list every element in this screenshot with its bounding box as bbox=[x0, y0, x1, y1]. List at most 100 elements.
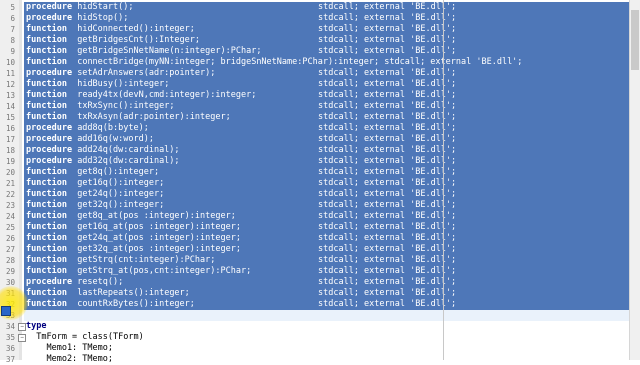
code-text-area[interactable]: function connectBridge(myNN:integer; bri… bbox=[24, 57, 630, 68]
code-text-area[interactable]: procedure hidStart(); stdcall; external '… bbox=[24, 2, 630, 13]
stdcall-directive: stdcall; external 'BE.dll'; bbox=[318, 24, 457, 34]
line-number: 34 bbox=[5, 322, 15, 331]
signature: countRxBytes():integer; bbox=[77, 299, 195, 309]
code-text-area[interactable]: procedure add32q(dw:cardinal); stdcall; e… bbox=[24, 156, 630, 167]
code-line[interactable]: 26 function get24q_at(pos :integer):integ… bbox=[0, 233, 640, 244]
stdcall-directive: stdcall; external 'BE.dll'; bbox=[318, 178, 457, 188]
signature: Memo1: TMemo; bbox=[26, 343, 113, 353]
line-number: 10 bbox=[5, 58, 15, 67]
code-line[interactable]: 18 procedure add24q(dw:cardinal); stdcall;… bbox=[0, 145, 640, 156]
code-text-area[interactable]: function hidBusy():integer; stdcall; exte… bbox=[24, 79, 630, 90]
stdcall-directive: stdcall; external 'BE.dll'; bbox=[318, 299, 457, 309]
code-text-area[interactable] bbox=[24, 310, 630, 321]
keyword: function bbox=[26, 255, 67, 265]
code-line[interactable]: 24 function get8q_at(pos :integer):intege… bbox=[0, 211, 640, 222]
code-line[interactable]: 8 function getBridgesCnt():Integer; stdcal… bbox=[0, 35, 640, 46]
code-text-area[interactable]: function getBridgesCnt():Integer; stdcall… bbox=[24, 35, 630, 46]
line-number: 36 bbox=[5, 344, 15, 353]
code-text-area[interactable]: function get32q():integer; stdcall; exter… bbox=[24, 200, 630, 211]
code-line[interactable]: 14 function txRxSync():integer; stdcall; e… bbox=[0, 101, 640, 112]
code-text-area[interactable]: procedure add8q(b:byte); stdcall; externa… bbox=[24, 123, 630, 134]
scrollbar-thumb[interactable] bbox=[631, 10, 639, 70]
code-line[interactable]: 25 function get16q_at(pos :integer):integ… bbox=[0, 222, 640, 233]
signature: get32q_at(pos :integer):integer; bbox=[77, 244, 241, 254]
code-text: function countRxBytes():integer; bbox=[26, 299, 195, 310]
code-text-area[interactable]: function lastRepeats():integer; stdcall; … bbox=[24, 288, 630, 299]
code-line[interactable]: 35− TmForm = class(TForm) bbox=[0, 332, 640, 343]
code-text: procedure hidStart(); bbox=[26, 2, 133, 13]
stdcall-directive: stdcall; external 'BE.dll'; bbox=[318, 46, 457, 56]
code-line[interactable]: 29 function getStrq_at(pos,cnt:integer):P… bbox=[0, 266, 640, 277]
code-text-area[interactable]: Memo1: TMemo; bbox=[24, 343, 630, 354]
code-line[interactable]: 15 function txRxAsyn(adr:pointer):integer… bbox=[0, 112, 640, 123]
code-line[interactable]: 33 bbox=[0, 310, 640, 321]
code-text-area[interactable]: function getStrq_at(pos,cnt:integer):PCh… bbox=[24, 266, 630, 277]
code-line[interactable]: 19 procedure add32q(dw:cardinal); stdcall;… bbox=[0, 156, 640, 167]
signature: txRxAsyn(adr:pointer):integer; bbox=[77, 112, 231, 122]
code-line[interactable]: 9 function getBridgeSnNetName(n:integer):… bbox=[0, 46, 640, 57]
code-editor[interactable]: 5 procedure hidStart(); stdcall; external … bbox=[0, 0, 640, 364]
code-text-area[interactable]: function countRxBytes():integer; stdcall;… bbox=[24, 299, 630, 310]
code-text-area[interactable]: function get32q_at(pos :integer):integer… bbox=[24, 244, 630, 255]
code-text-area[interactable]: procedure hidStop(); stdcall; external 'B… bbox=[24, 13, 630, 24]
keyword: function bbox=[26, 200, 67, 210]
vertical-scrollbar[interactable] bbox=[629, 0, 640, 360]
line-number: 19 bbox=[5, 157, 15, 166]
code-line[interactable]: 17 procedure add16q(w:word); stdcall; exte… bbox=[0, 134, 640, 145]
signature: getStrq(cnt:integer):PChar; bbox=[77, 255, 216, 265]
code-line[interactable]: 20 function get8q():integer; stdcall; exte… bbox=[0, 167, 640, 178]
code-text: type bbox=[26, 321, 46, 332]
code-text-area[interactable]: procedure add16q(w:word); stdcall; extern… bbox=[24, 134, 630, 145]
code-line[interactable]: 13 function ready4tx(devN,cmd:integer):in… bbox=[0, 90, 640, 101]
code-line[interactable]: 12 function hidBusy():integer; stdcall; ex… bbox=[0, 79, 640, 90]
keyword: procedure bbox=[26, 145, 73, 155]
code-text-area[interactable]: function getBridgeSnNetName(n:integer):P… bbox=[24, 46, 630, 57]
code-text-area[interactable]: function get16q_at(pos :integer):integer… bbox=[24, 222, 630, 233]
code-line[interactable]: 23 function get32q():integer; stdcall; ext… bbox=[0, 200, 640, 211]
code-line[interactable]: 22 function get24q():integer; stdcall; ext… bbox=[0, 189, 640, 200]
code-line[interactable]: 21 function get16q():integer; stdcall; ext… bbox=[0, 178, 640, 189]
code-text-area[interactable]: function get24q():integer; stdcall; exter… bbox=[24, 189, 630, 200]
code-text: function get32q_at(pos :integer):integer… bbox=[26, 244, 241, 255]
bookmark-icon[interactable] bbox=[1, 306, 11, 316]
stdcall-directive: stdcall; external 'BE.dll'; bbox=[318, 189, 457, 199]
signature: get24q():integer; bbox=[77, 189, 165, 199]
code-line[interactable]: 16 procedure add8q(b:byte); stdcall; exter… bbox=[0, 123, 640, 134]
keyword: function bbox=[26, 244, 67, 254]
code-line[interactable]: 32function countRxBytes():integer;stdcal… bbox=[0, 299, 640, 310]
code-line[interactable]: 6 procedure hidStop(); stdcall; external '… bbox=[0, 13, 640, 24]
code-text-area[interactable]: function get8q_at(pos :integer):integer;… bbox=[24, 211, 630, 222]
code-line[interactable]: 36 Memo1: TMemo; bbox=[0, 343, 640, 354]
code-text-area[interactable]: function ready4tx(devN,cmd:integer):inte… bbox=[24, 90, 630, 101]
code-text-area[interactable]: procedure setAdrAnswers(adr:pointer); std… bbox=[24, 68, 630, 79]
line-number: 22 bbox=[5, 190, 15, 199]
code-text-area[interactable]: procedure resetq(); stdcall; external 'BE… bbox=[24, 277, 630, 288]
signature: hidConnected():integer; bbox=[77, 24, 195, 34]
code-line[interactable]: 7 function hidConnected():integer; stdcall… bbox=[0, 24, 640, 35]
code-text-area[interactable]: TmForm = class(TForm) bbox=[24, 332, 630, 343]
signature: add16q(w:word); bbox=[77, 134, 154, 144]
line-number: 11 bbox=[5, 69, 15, 78]
code-line[interactable]: 27 function get32q_at(pos :integer):integ… bbox=[0, 244, 640, 255]
code-text: procedure add32q(dw:cardinal); bbox=[26, 156, 180, 167]
code-line[interactable]: 31function lastRepeats():integer;stdcall… bbox=[0, 288, 640, 299]
code-line[interactable]: 11 procedure setAdrAnswers(adr:pointer); s… bbox=[0, 68, 640, 79]
code-text-area[interactable]: type bbox=[24, 321, 630, 332]
signature: get16q():integer; bbox=[77, 178, 165, 188]
code-text-area[interactable]: function get8q():integer; stdcall; extern… bbox=[24, 167, 630, 178]
code-line[interactable]: 10 function connectBridge(myNN:integer; b… bbox=[0, 57, 640, 68]
code-text-area[interactable]: function txRxSync():integer; stdcall; ext… bbox=[24, 101, 630, 112]
code-line[interactable]: 28 function getStrq(cnt:integer):PChar; st… bbox=[0, 255, 640, 266]
code-text-area[interactable]: function get24q_at(pos :integer):integer… bbox=[24, 233, 630, 244]
keyword: procedure bbox=[26, 13, 73, 23]
code-line[interactable]: 30 procedure resetq(); stdcall; external '… bbox=[0, 277, 640, 288]
code-line[interactable]: 5 procedure hidStart(); stdcall; external … bbox=[0, 2, 640, 13]
line-number: 21 bbox=[5, 179, 15, 188]
code-line[interactable]: 34− type bbox=[0, 321, 640, 332]
code-text-area[interactable]: procedure add24q(dw:cardinal); stdcall; e… bbox=[24, 145, 630, 156]
code-text-area[interactable]: function get16q():integer; stdcall; exter… bbox=[24, 178, 630, 189]
stdcall-directive: stdcall; external 'BE.dll'; bbox=[318, 255, 457, 265]
code-text-area[interactable]: function getStrq(cnt:integer):PChar; stdc… bbox=[24, 255, 630, 266]
code-text-area[interactable]: function txRxAsyn(adr:pointer):integer; s… bbox=[24, 112, 630, 123]
code-text-area[interactable]: function hidConnected():integer; stdcall;… bbox=[24, 24, 630, 35]
